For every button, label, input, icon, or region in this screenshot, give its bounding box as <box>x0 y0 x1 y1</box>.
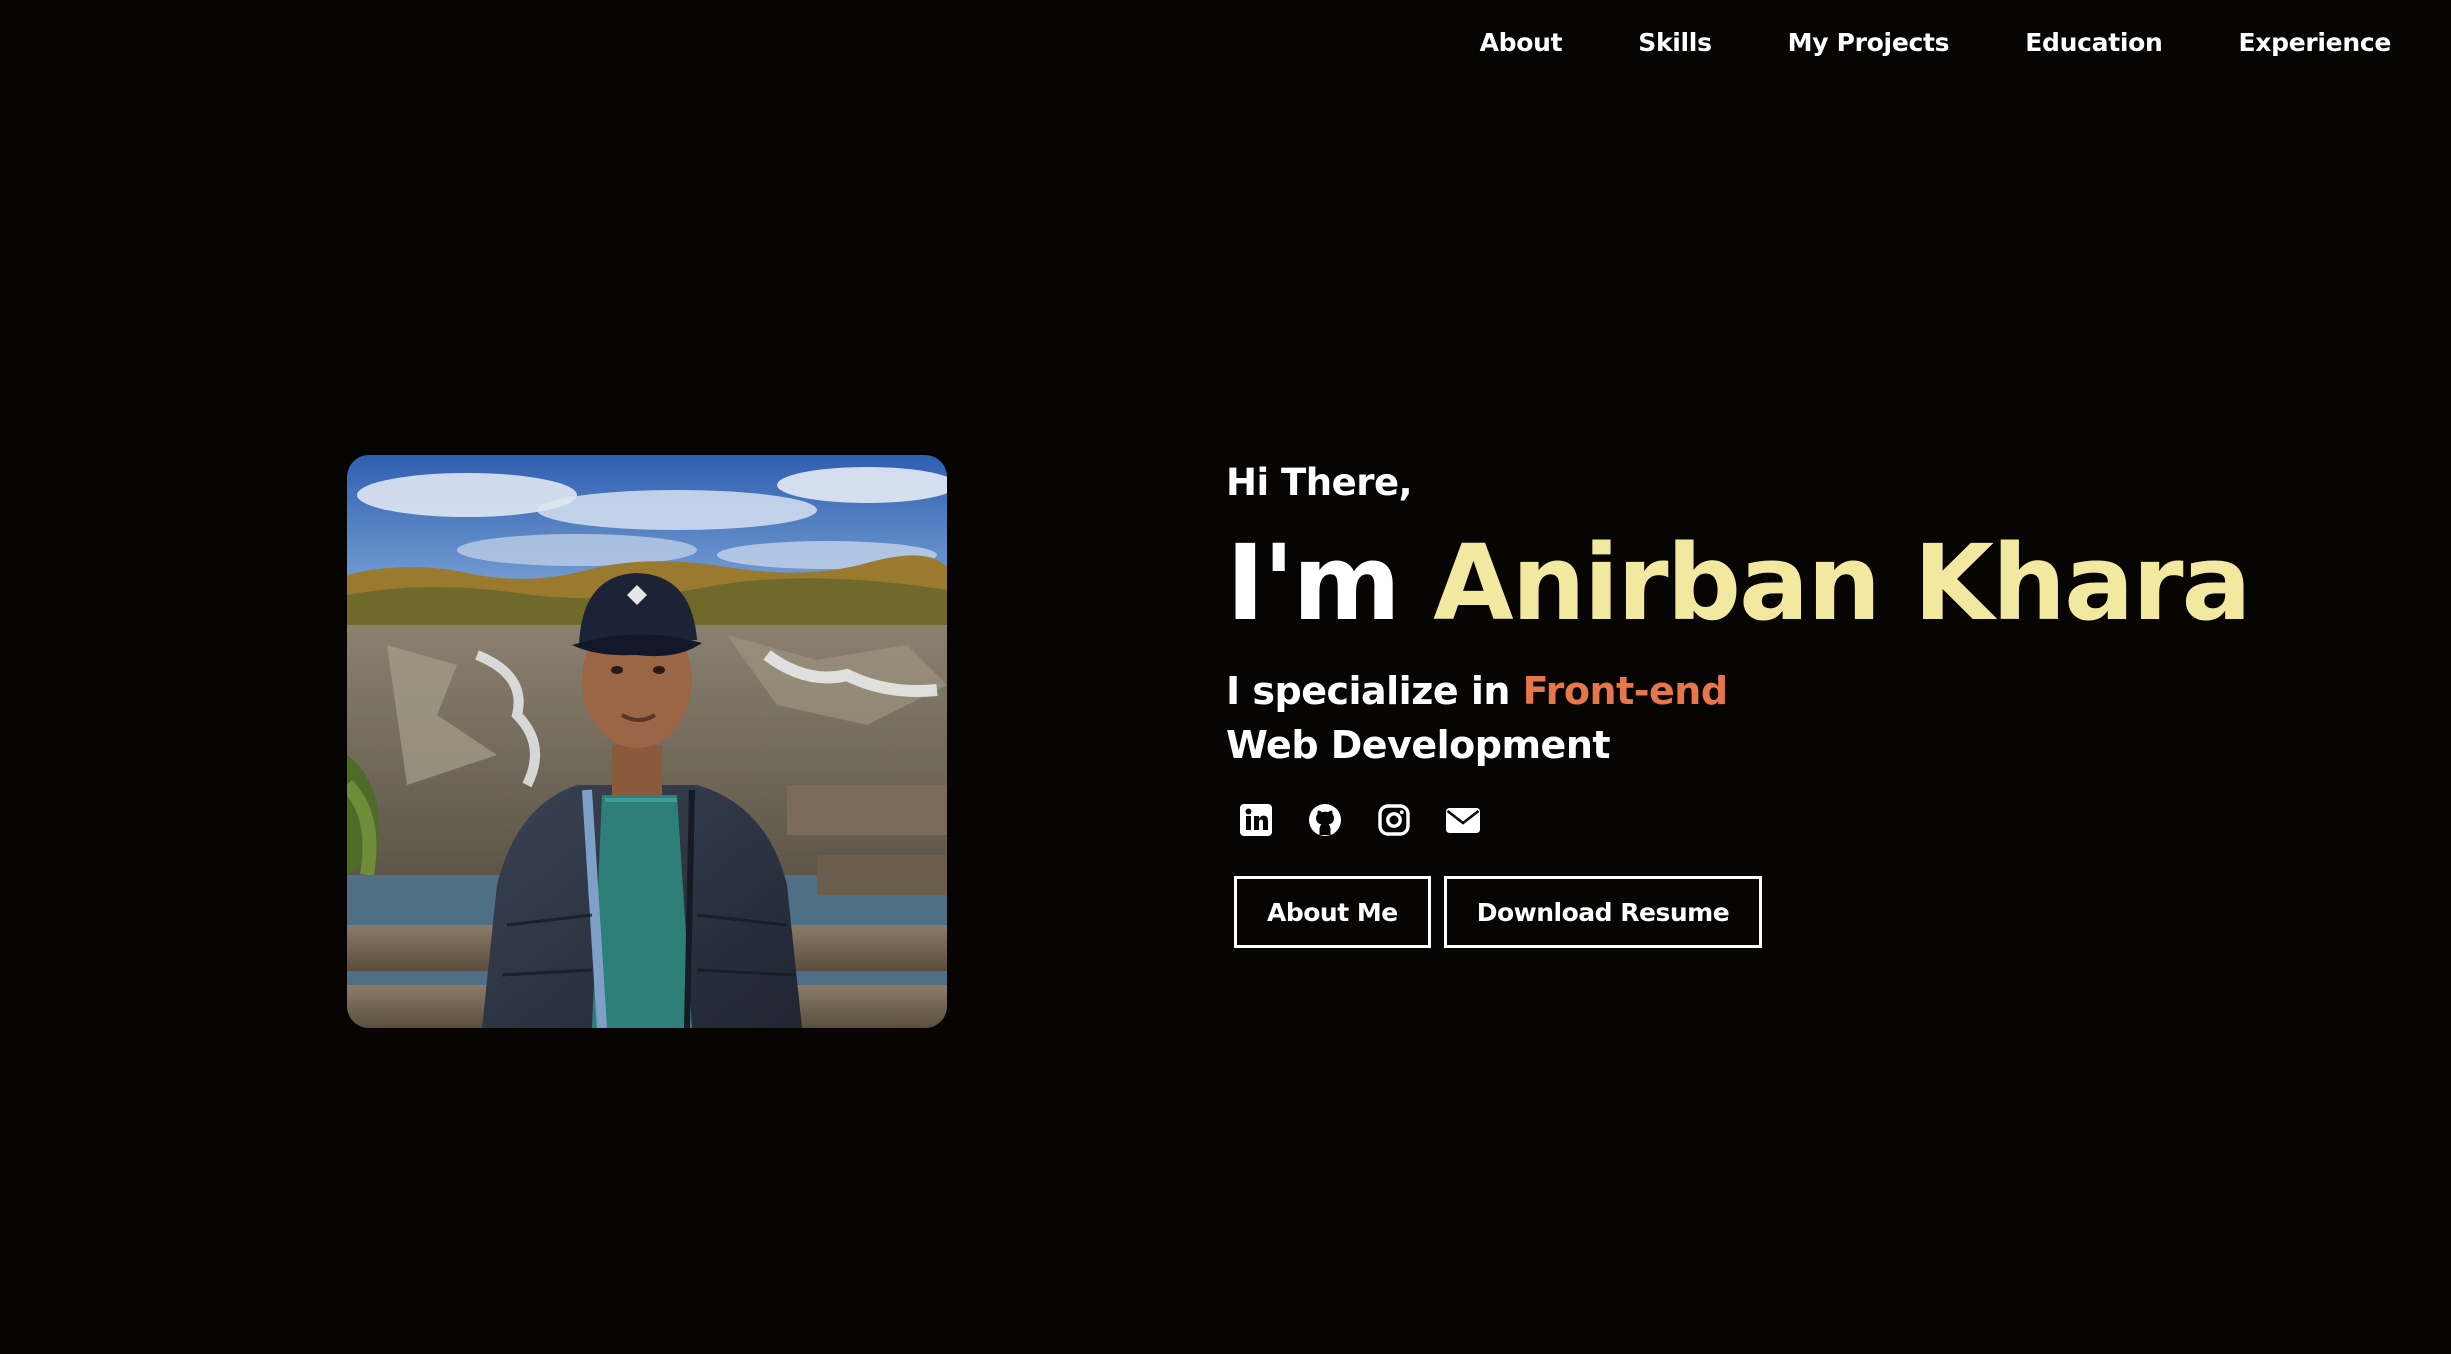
specialization-prefix: I specialize in <box>1226 669 1523 713</box>
instagram-link[interactable] <box>1376 802 1412 838</box>
specialization-suffix: Web Development <box>1226 723 1611 767</box>
linkedin-link[interactable] <box>1238 802 1274 838</box>
linkedin-icon <box>1240 804 1272 836</box>
hero-name: Anirban Khara <box>1433 522 2252 644</box>
nav-link-skills[interactable]: Skills <box>1638 28 1712 57</box>
specialization-text: I specialize in Front-end Web Developmen… <box>1226 664 2250 772</box>
top-navigation: About Skills My Projects Education Exper… <box>1480 0 2451 84</box>
profile-photo <box>347 455 947 1028</box>
github-icon <box>1309 804 1341 836</box>
specialization-accent: Front-end <box>1522 669 1728 713</box>
nav-link-education[interactable]: Education <box>2025 28 2163 57</box>
intro-text: I'm <box>1226 522 1434 644</box>
greeting-text: Hi There, <box>1226 461 1413 504</box>
github-link[interactable] <box>1307 802 1343 838</box>
nav-link-about[interactable]: About <box>1480 28 1563 57</box>
hero-section: Hi There, I'm Anirban Khara I specialize… <box>1226 458 2252 948</box>
download-resume-button[interactable]: Download Resume <box>1443 876 1763 948</box>
instagram-icon <box>1378 804 1410 836</box>
hero-headline: I'm Anirban Khara <box>1226 522 2252 644</box>
nav-link-experience[interactable]: Experience <box>2239 28 2392 57</box>
about-me-button[interactable]: About Me <box>1234 876 1431 948</box>
nav-link-my-projects[interactable]: My Projects <box>1788 28 1950 57</box>
email-link[interactable] <box>1445 802 1481 838</box>
hero-buttons: About Me Download Resume <box>1234 876 2250 948</box>
profile-photo-illustration <box>347 455 947 1028</box>
social-links <box>1238 802 2250 838</box>
envelope-icon <box>1446 808 1480 833</box>
